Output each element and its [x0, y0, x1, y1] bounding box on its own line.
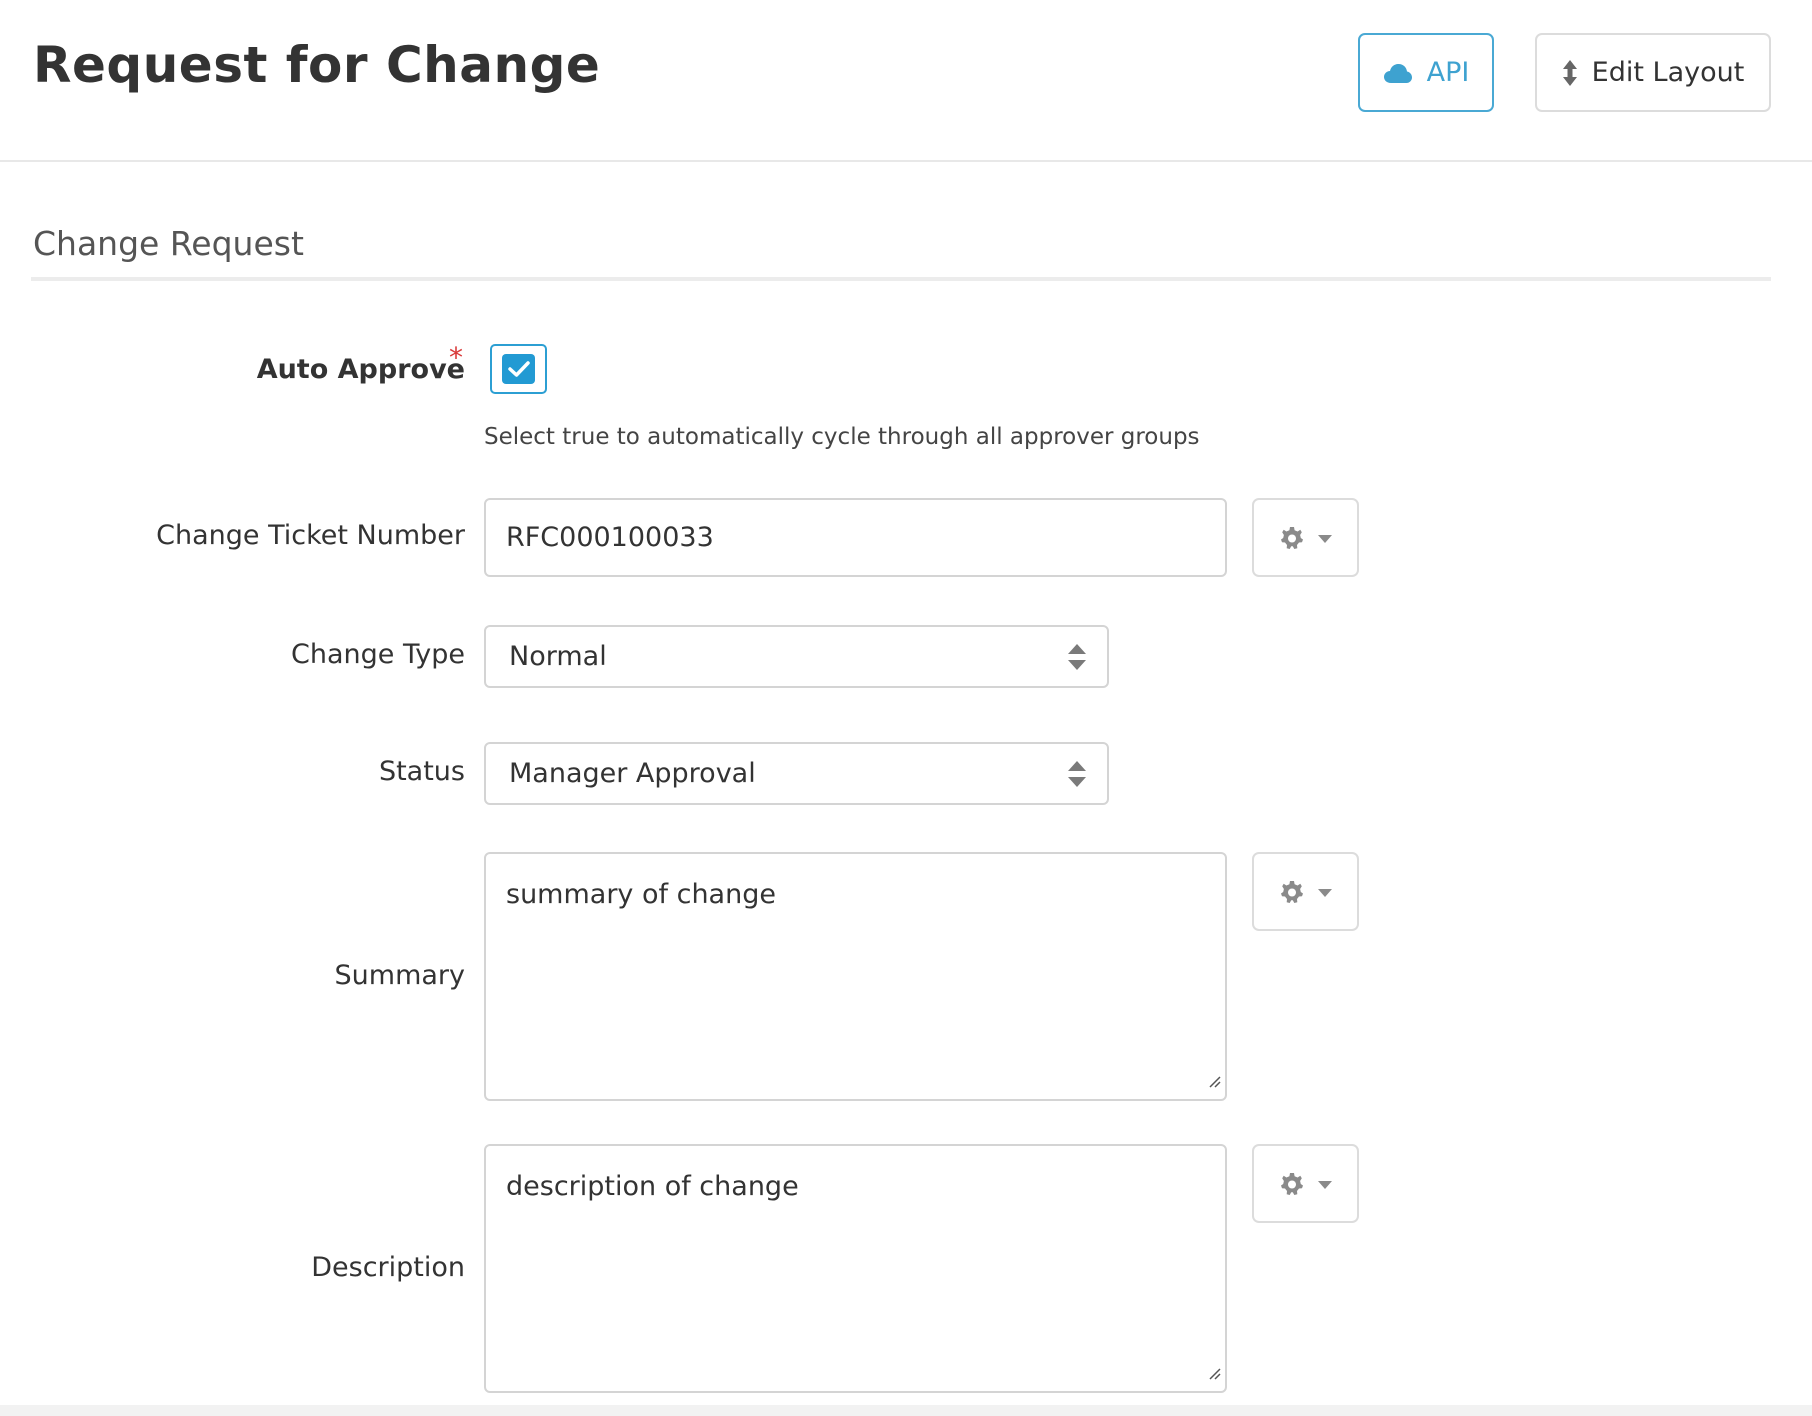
- status-label: Status: [378, 756, 465, 787]
- status-select[interactable]: Manager Approval: [484, 742, 1109, 805]
- cloud-icon: [1383, 62, 1413, 84]
- auto-approve-label: Auto Approve: [256, 354, 465, 385]
- summary-label: Summary: [334, 960, 465, 991]
- edit-layout-button-label: Edit Layout: [1591, 57, 1745, 88]
- gear-icon: [1280, 526, 1304, 550]
- ticket-number-settings-button[interactable]: [1252, 498, 1359, 577]
- resize-handle-icon[interactable]: [1207, 1356, 1221, 1387]
- caret-down-icon: [1317, 528, 1332, 547]
- auto-approve-help-text: Select true to automatically cycle throu…: [484, 424, 1200, 450]
- gear-icon: [1280, 880, 1304, 904]
- select-arrows-icon: [1067, 642, 1087, 679]
- change-type-select[interactable]: Normal: [484, 625, 1109, 688]
- description-textarea[interactable]: description of change: [484, 1144, 1227, 1393]
- resize-handle-icon[interactable]: [1207, 1064, 1221, 1095]
- change-type-value: Normal: [509, 641, 607, 672]
- page-bottom-edge: [0, 1405, 1812, 1416]
- caret-down-icon: [1317, 1174, 1332, 1193]
- summary-settings-button[interactable]: [1252, 852, 1359, 931]
- ticket-number-label: Change Ticket Number: [156, 520, 465, 551]
- auto-approve-checkbox[interactable]: [490, 344, 547, 394]
- edit-layout-button[interactable]: Edit Layout: [1535, 33, 1771, 112]
- ticket-number-value: RFC000100033: [506, 522, 714, 553]
- summary-value: summary of change: [506, 879, 776, 910]
- section-title: Change Request: [33, 224, 304, 263]
- page-title: Request for Change: [33, 36, 601, 94]
- updown-arrows-icon: [1562, 59, 1578, 86]
- description-label: Description: [311, 1252, 465, 1283]
- section-divider: [31, 277, 1771, 281]
- ticket-number-field[interactable]: RFC000100033: [484, 498, 1227, 577]
- check-icon: [502, 354, 535, 384]
- page-header: Request for Change API Edit Layout: [0, 0, 1812, 162]
- status-value: Manager Approval: [509, 758, 756, 789]
- caret-down-icon: [1317, 882, 1332, 901]
- required-marker: *: [449, 341, 463, 374]
- api-button-label: API: [1426, 57, 1470, 88]
- api-button[interactable]: API: [1358, 33, 1494, 112]
- description-settings-button[interactable]: [1252, 1144, 1359, 1223]
- select-arrows-icon: [1067, 759, 1087, 796]
- description-value: description of change: [506, 1171, 799, 1202]
- summary-textarea[interactable]: summary of change: [484, 852, 1227, 1101]
- change-type-label: Change Type: [291, 639, 465, 670]
- gear-icon: [1280, 1172, 1304, 1196]
